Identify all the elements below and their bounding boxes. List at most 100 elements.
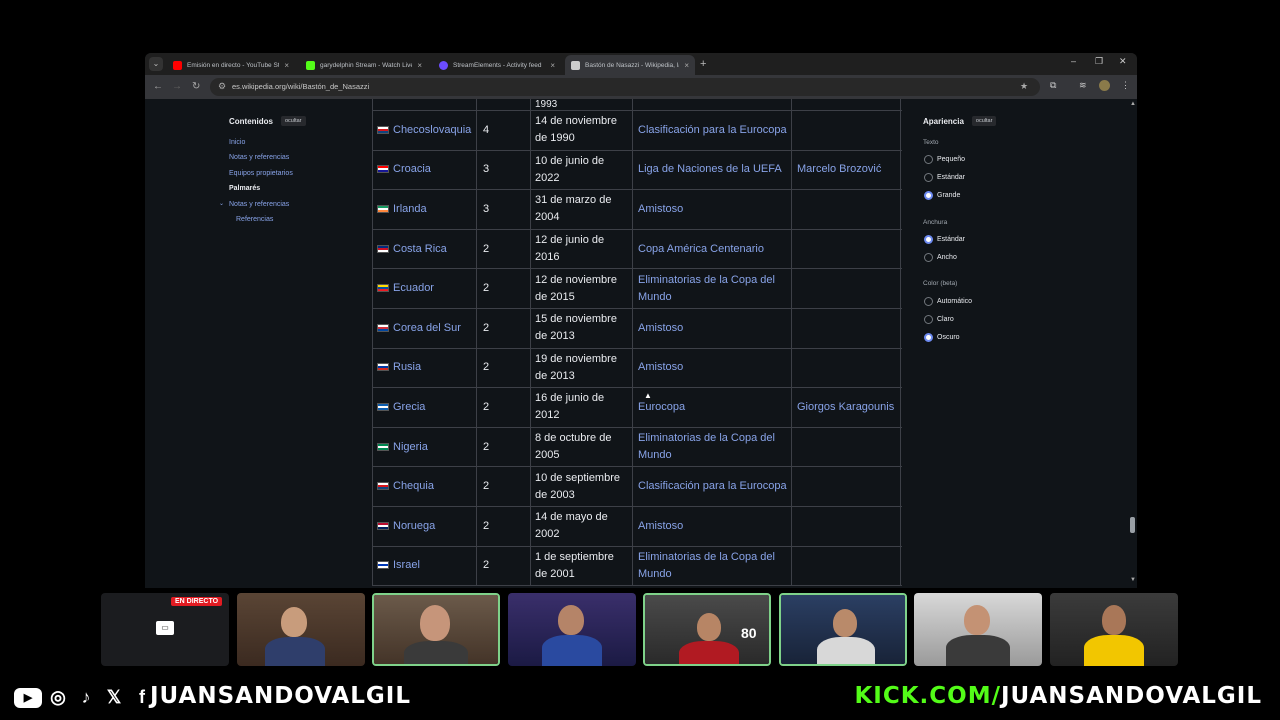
text-size-option-small[interactable]: Pequeño — [924, 155, 965, 164]
tab-wikipedia[interactable]: Bastón de Nasazzi - Wikipedia, la × — [565, 55, 695, 75]
match-cell[interactable]: Eurocopa — [632, 388, 791, 427]
toc-hide-button[interactable]: ocultar — [281, 116, 306, 126]
radio-button[interactable] — [924, 191, 933, 200]
width-option-wide[interactable]: Ancho — [924, 253, 957, 262]
country-link[interactable]: Checoslovaquia — [393, 124, 471, 136]
toc-item-notas-referencias[interactable]: Notas y referencias — [229, 201, 289, 208]
back-icon[interactable]: ← — [153, 80, 163, 94]
match-cell[interactable]: Clasificación para la Eurocopa — [632, 111, 791, 150]
radio-button[interactable] — [924, 315, 933, 324]
captain-cell[interactable] — [791, 427, 901, 467]
radio-button[interactable] — [924, 173, 933, 182]
tab-streamelements[interactable]: StreamElements - Activity feed × — [433, 55, 561, 75]
text-size-option-large[interactable]: Grande — [924, 191, 960, 200]
radio-button[interactable] — [924, 297, 933, 306]
close-tab-icon[interactable]: × — [417, 61, 422, 70]
country-link[interactable]: Costa Rica — [393, 243, 447, 255]
minimize-icon[interactable]: – — [1071, 56, 1076, 66]
profile-avatar[interactable] — [1099, 80, 1110, 91]
color-option-auto[interactable]: Automático — [924, 297, 972, 306]
table-row: Chequia 2 10 de septiembre de 2003 Clasific… — [372, 467, 902, 507]
captain-cell[interactable] — [791, 269, 901, 308]
radio-button[interactable] — [924, 155, 933, 164]
kick-url: KICK.COM/JUANSANDOVALGIL — [854, 683, 1262, 709]
webcam-tile-7 — [1050, 593, 1178, 666]
page-scrollbar[interactable]: ▲ ▼ — [1128, 99, 1137, 588]
captain-cell[interactable] — [791, 111, 901, 150]
match-cell[interactable]: Eliminatorias de la Copa del Mundo — [632, 269, 791, 308]
country-link[interactable]: Nigeria — [393, 441, 428, 453]
chevron-down-icon[interactable]: ⌄ — [219, 200, 224, 207]
country-link[interactable]: Grecia — [393, 401, 425, 413]
match-cell[interactable]: Liga de Naciones de la UEFA — [632, 150, 791, 190]
close-tab-icon[interactable]: × — [684, 61, 689, 70]
date-cell: 12 de noviembre de 2015 — [530, 269, 632, 308]
date-cell: 12 de junio de 2016 — [530, 229, 632, 269]
country-link[interactable]: Croacia — [393, 163, 431, 175]
color-option-light[interactable]: Claro — [924, 315, 954, 324]
toc-item-palmares[interactable]: Palmarés — [229, 185, 260, 192]
close-tab-icon[interactable]: × — [284, 61, 289, 70]
address-bar[interactable]: ⚙ es.wikipedia.org/wiki/Bastón_de_Nasazz… — [210, 78, 1040, 96]
count-cell: 2 — [476, 388, 530, 427]
flag-icon — [377, 165, 389, 174]
country-link[interactable]: Corea del Sur — [393, 322, 461, 334]
tab-kick-stream[interactable]: garydelphin Stream - Watch Live o × — [300, 55, 428, 75]
close-window-icon[interactable]: ✕ — [1119, 56, 1127, 67]
country-link[interactable]: Noruega — [393, 520, 435, 532]
tab-youtube-studio[interactable]: Emisión en directo - YouTube Stu × — [167, 55, 295, 75]
captain-cell[interactable]: Giorgos Karagounis — [791, 388, 901, 427]
menu-icon[interactable]: ⋮ — [1121, 80, 1130, 91]
captain-cell[interactable]: Marcelo Brozović — [791, 150, 901, 190]
captain-cell[interactable] — [791, 348, 901, 388]
youtube-icon: ▶ — [14, 688, 42, 708]
color-option-dark[interactable]: Oscuro — [924, 333, 960, 342]
match-cell[interactable]: Copa América Centenario — [632, 229, 791, 269]
captain-cell[interactable] — [791, 229, 901, 269]
captain-cell[interactable] — [791, 507, 901, 546]
new-tab-button[interactable]: + — [700, 57, 706, 71]
extensions-icon[interactable]: ⧉ — [1050, 80, 1056, 91]
match-cell[interactable]: Eliminatorias de la Copa del Mundo — [632, 427, 791, 467]
match-cell[interactable]: Eliminatorias de la Copa del Mundo — [632, 546, 791, 586]
toc-item-notas[interactable]: Notas y referencias — [229, 154, 289, 161]
match-cell[interactable]: Amistoso — [632, 507, 791, 546]
scrollbar-thumb[interactable] — [1130, 517, 1135, 533]
count-cell: 2 — [476, 229, 530, 269]
toc-item-equipos[interactable]: Equipos propietarios — [229, 170, 293, 177]
captain-cell[interactable] — [791, 467, 901, 506]
country-link[interactable]: Israel — [393, 559, 420, 571]
media-icon[interactable]: ≋ — [1079, 80, 1087, 91]
appearance-title: Apariencia — [923, 116, 964, 126]
toc-item-inicio[interactable]: Inicio — [229, 139, 245, 146]
match-cell[interactable]: Amistoso — [632, 190, 791, 229]
bookmark-star-icon[interactable]: ★ — [1020, 81, 1028, 92]
country-link[interactable]: Ecuador — [393, 282, 434, 294]
tab-search-icon[interactable]: ⌄ — [149, 57, 163, 71]
count-cell: 2 — [476, 427, 530, 467]
date-cell: 14 de noviembre de 1990 — [530, 111, 632, 150]
captain-cell[interactable] — [791, 546, 901, 586]
match-cell[interactable]: Clasificación para la Eurocopa — [632, 467, 791, 506]
width-option-standard[interactable]: Estándar — [924, 235, 965, 244]
forward-icon[interactable]: → — [172, 80, 182, 94]
match-cell[interactable]: Amistoso — [632, 348, 791, 388]
radio-button[interactable] — [924, 235, 933, 244]
radio-button[interactable] — [924, 253, 933, 262]
appearance-hide-button[interactable]: ocultar — [971, 116, 997, 126]
restore-icon[interactable]: ❐ — [1095, 56, 1103, 67]
captain-cell[interactable] — [791, 190, 901, 229]
reload-icon[interactable]: ↻ — [192, 80, 200, 94]
site-info-icon[interactable]: ⚙ — [218, 81, 226, 92]
close-tab-icon[interactable]: × — [550, 61, 555, 70]
country-link[interactable]: Irlanda — [393, 203, 427, 215]
screen-share-icon: ▭ — [156, 621, 174, 635]
radio-button[interactable] — [924, 333, 933, 342]
captain-cell[interactable] — [791, 309, 901, 348]
text-size-option-standard[interactable]: Estándar — [924, 173, 965, 182]
date-cell: 31 de marzo de 2004 — [530, 190, 632, 229]
match-cell[interactable]: Amistoso — [632, 309, 791, 348]
country-link[interactable]: Chequia — [393, 480, 434, 492]
country-link[interactable]: Rusia — [393, 361, 421, 373]
toc-item-referencias[interactable]: Referencias — [236, 216, 273, 223]
